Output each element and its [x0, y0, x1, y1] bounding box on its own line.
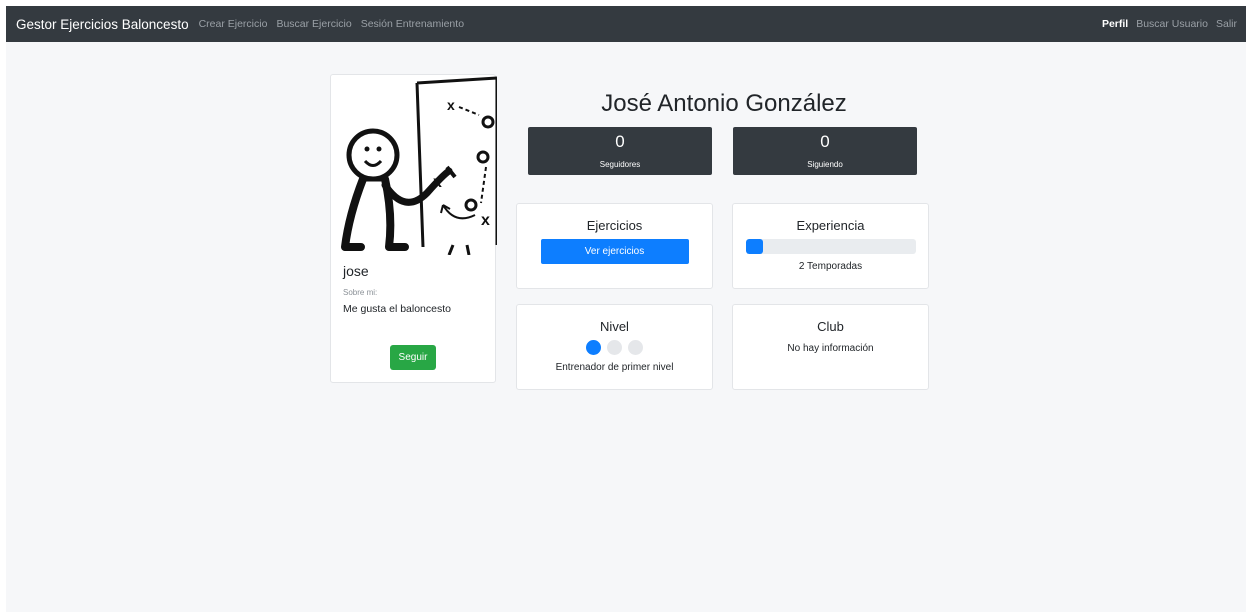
club-title: Club [817, 319, 844, 334]
username: jose [343, 263, 369, 279]
nav-buscar-ejercicio[interactable]: Buscar Ejercicio [276, 18, 351, 30]
following-stat[interactable]: 0 Siguiendo [733, 127, 917, 175]
profile-card: x x x jose Sobre mi: Me gusta el balonce… [330, 74, 497, 383]
club-card: Club No hay información [732, 304, 929, 390]
coach-avatar-image: x x x [341, 76, 497, 255]
exercises-card: Ejercicios Ver ejercicios [516, 203, 713, 289]
level-dot [586, 340, 601, 355]
experience-progress-bar [745, 239, 916, 254]
level-card: Nivel Entrenador de primer nivel [516, 304, 713, 390]
followers-count: 0 [615, 132, 625, 151]
nav-sesion-entrenamiento[interactable]: Sesión Entrenamiento [361, 18, 464, 30]
followers-label: Seguidores [599, 160, 641, 169]
view-exercises-button[interactable]: Ver ejercicios [540, 239, 689, 264]
about-text: Me gusta el baloncesto [343, 303, 451, 315]
page: Gestor Ejercicios Baloncesto Crear Ejerc… [6, 6, 1246, 612]
experience-card: Experiencia 2 Temporadas [732, 203, 929, 289]
level-text: Entrenador de primer nivel [555, 362, 674, 373]
exercises-title: Ejercicios [586, 218, 643, 233]
navbar: Gestor Ejercicios Baloncesto Crear Ejerc… [6, 6, 1246, 42]
level-title: Nivel [600, 319, 629, 334]
experience-progress-fill [745, 239, 763, 254]
navbar-right: Perfil Buscar Usuario Salir [1099, 18, 1242, 30]
nav-perfil[interactable]: Perfil [1102, 18, 1128, 30]
nav-salir[interactable]: Salir [1216, 18, 1237, 30]
experience-title: Experiencia [796, 218, 865, 233]
brand-link[interactable]: Gestor Ejercicios Baloncesto [16, 17, 189, 32]
svg-text:x: x [447, 97, 455, 113]
level-dots [517, 340, 712, 355]
profile-full-name: José Antonio González [601, 90, 847, 117]
about-label: Sobre mi: [343, 288, 378, 297]
following-label: Siguiendo [807, 160, 843, 169]
nav-buscar-usuario[interactable]: Buscar Usuario [1136, 18, 1208, 30]
followers-stat[interactable]: 0 Seguidores [528, 127, 712, 175]
level-dot [628, 340, 643, 355]
club-text: No hay información [787, 343, 874, 354]
experience-text: 2 Temporadas [798, 261, 863, 272]
level-dot [607, 340, 622, 355]
svg-text:x: x [481, 212, 490, 229]
nav-crear-ejercicio[interactable]: Crear Ejercicio [199, 18, 268, 30]
follow-button[interactable]: Seguir [390, 345, 436, 370]
following-count: 0 [820, 132, 830, 151]
